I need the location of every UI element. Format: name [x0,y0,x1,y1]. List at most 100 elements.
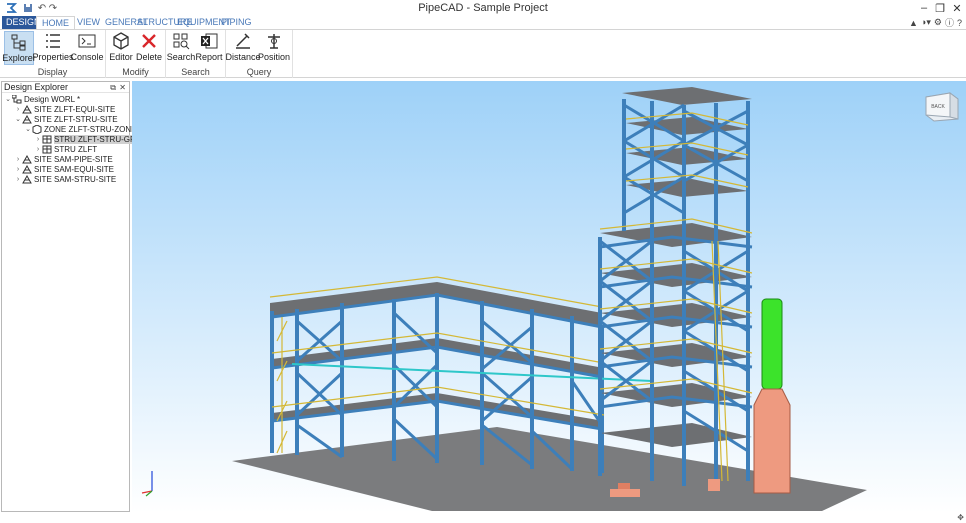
tab-view[interactable]: VIEW [77,16,100,29]
ribbon-tabs: DESIGN HOME VIEW GENERAL STRUCTURE EQUIP… [0,16,966,30]
group-modify-label: Modify [122,67,149,77]
position-button[interactable]: Position [257,31,291,65]
console-button[interactable]: Console [70,31,104,65]
delete-button[interactable]: Delete [134,31,164,65]
float-panel-icon[interactable]: ⧉ [110,82,116,93]
3d-viewport[interactable]: BACK [132,81,966,513]
tree-label: SITE SAM-STRU-SITE [34,174,117,184]
position-label: Position [257,52,291,62]
search-button[interactable]: Search [166,31,196,65]
close-button[interactable]: ✕ [949,0,965,16]
tree-item-stru[interactable]: › STRU ZLFT [34,144,97,154]
view-cube-face-label: BACK [931,104,945,110]
site-icon [22,174,32,183]
resize-grip-icon[interactable]: ✥ [957,513,964,522]
group-search-label: Search [181,67,210,77]
tree-item-design[interactable]: ⌄ Design WORL * [4,94,80,104]
help-icon[interactable]: ? [957,18,962,28]
position-icon [268,34,280,49]
view-cube-icon: BACK [925,92,959,122]
restore-button[interactable]: ❐ [932,0,948,16]
tree-item-site[interactable]: ⌄ SITE ZLFT-STRU-SITE [14,114,118,124]
tree-label: STRU ZLFT-STRU-GRID [54,134,144,144]
collapse-arrow-icon[interactable]: › [14,156,22,163]
tree-label: SITE SAM-EQUI-SITE [34,164,115,174]
tree-item-site[interactable]: › SITE ZLFT-EQUI-SITE [14,104,115,114]
collapse-ribbon-icon[interactable]: ▲ [909,18,918,28]
collapse-arrow-icon[interactable]: › [14,166,22,173]
settings-icon[interactable]: ⚙ [934,17,942,28]
cube-editor-icon [113,32,129,50]
pipecad-window: ↶ ↷ PipeCAD - Sample Project – ❐ ✕ DESIG… [0,0,966,523]
ribbon-right-tools: ▲ ◑▾ ⚙ ⓘ ? [909,16,962,29]
report-label: Report [195,52,223,62]
vessel [753,298,791,494]
tab-home[interactable]: HOME [36,16,75,30]
group-search: Search Report Search [166,30,226,78]
tab-piping[interactable]: PIPING [221,16,252,29]
zone-icon [32,124,42,134]
excel-report-icon [201,33,218,49]
expand-arrow-icon[interactable]: ⌄ [14,115,22,123]
tree-label: SITE SAM-PIPE-SITE [34,154,113,164]
properties-button[interactable]: Properties [32,31,74,65]
explorer-title: Design Explorer [4,82,69,92]
structure-icon [42,135,52,143]
title-bar: ↶ ↷ PipeCAD - Sample Project – ❐ ✕ [0,0,966,16]
tree-label: SITE ZLFT-EQUI-SITE [34,104,116,114]
properties-icon [46,34,60,48]
tree-label: SITE ZLFT-STRU-SITE [34,114,118,124]
collapse-arrow-icon[interactable]: › [34,146,42,153]
distance-label: Distance [225,52,261,62]
minimize-button[interactable]: – [916,0,932,16]
explorer-header: Design Explorer ⧉ ✕ [2,82,129,93]
editor-button[interactable]: Editor [106,31,136,65]
explorer-button[interactable]: Explorer [2,31,36,65]
collapse-arrow-icon[interactable]: › [14,176,22,183]
site-icon [22,114,32,123]
site-icon [22,154,32,163]
tree-label: Design WORL * [24,94,81,104]
console-icon [78,34,96,48]
tree-item-stru-selected[interactable]: › STRU ZLFT-STRU-GRID [34,134,144,144]
tree-item-site[interactable]: › SITE SAM-STRU-SITE [14,174,116,184]
design-explorer-panel: Design Explorer ⧉ ✕ ⌄ Design WORL * › SI… [1,81,144,512]
tower-structure [598,87,753,489]
collapse-arrow-icon[interactable]: › [34,136,42,143]
axis-triad-icon [138,467,160,497]
site-icon [22,164,32,173]
report-button[interactable]: Report [194,31,224,65]
tree-label: ZONE ZLFT-STRU-ZONE [44,124,137,134]
group-modify: Editor Delete Modify [106,30,166,78]
tree-label: STRU ZLFT [54,144,98,154]
close-panel-icon[interactable]: ✕ [119,82,126,93]
delete-label: Delete [135,52,162,62]
expand-arrow-icon[interactable]: ⌄ [24,125,32,133]
info-icon[interactable]: ⓘ [945,16,954,29]
search-icon [173,33,190,50]
expand-arrow-icon[interactable]: ⌄ [4,95,12,103]
tree-item-zone[interactable]: ⌄ ZONE ZLFT-STRU-ZONE [24,124,136,134]
delete-icon [142,34,156,48]
console-label: Console [70,52,104,62]
tree-item-site[interactable]: › SITE SAM-EQUI-SITE [14,164,114,174]
editor-label: Editor [109,52,133,62]
distance-button[interactable]: Distance [225,31,261,65]
site-icon [22,104,32,113]
palette-icon[interactable]: ◑▾ [921,17,931,28]
group-display: Explorer Properties Console Display [0,30,106,78]
group-query: Distance Position Query [226,30,293,78]
plant-model-render [232,87,867,511]
distance-icon [236,33,250,49]
tree-item-site[interactable]: › SITE SAM-PIPE-SITE [14,154,113,164]
status-bar: ✥ [0,513,966,523]
explorer-icon [11,34,26,51]
view-cube[interactable]: BACK [924,89,960,123]
collapse-arrow-icon[interactable]: › [14,106,22,113]
properties-label: Properties [32,52,74,62]
world-icon [12,94,22,103]
search-label: Search [166,52,196,62]
group-display-label: Display [37,67,68,77]
window-title: PipeCAD - Sample Project [418,2,548,14]
group-query-label: Query [246,67,272,77]
